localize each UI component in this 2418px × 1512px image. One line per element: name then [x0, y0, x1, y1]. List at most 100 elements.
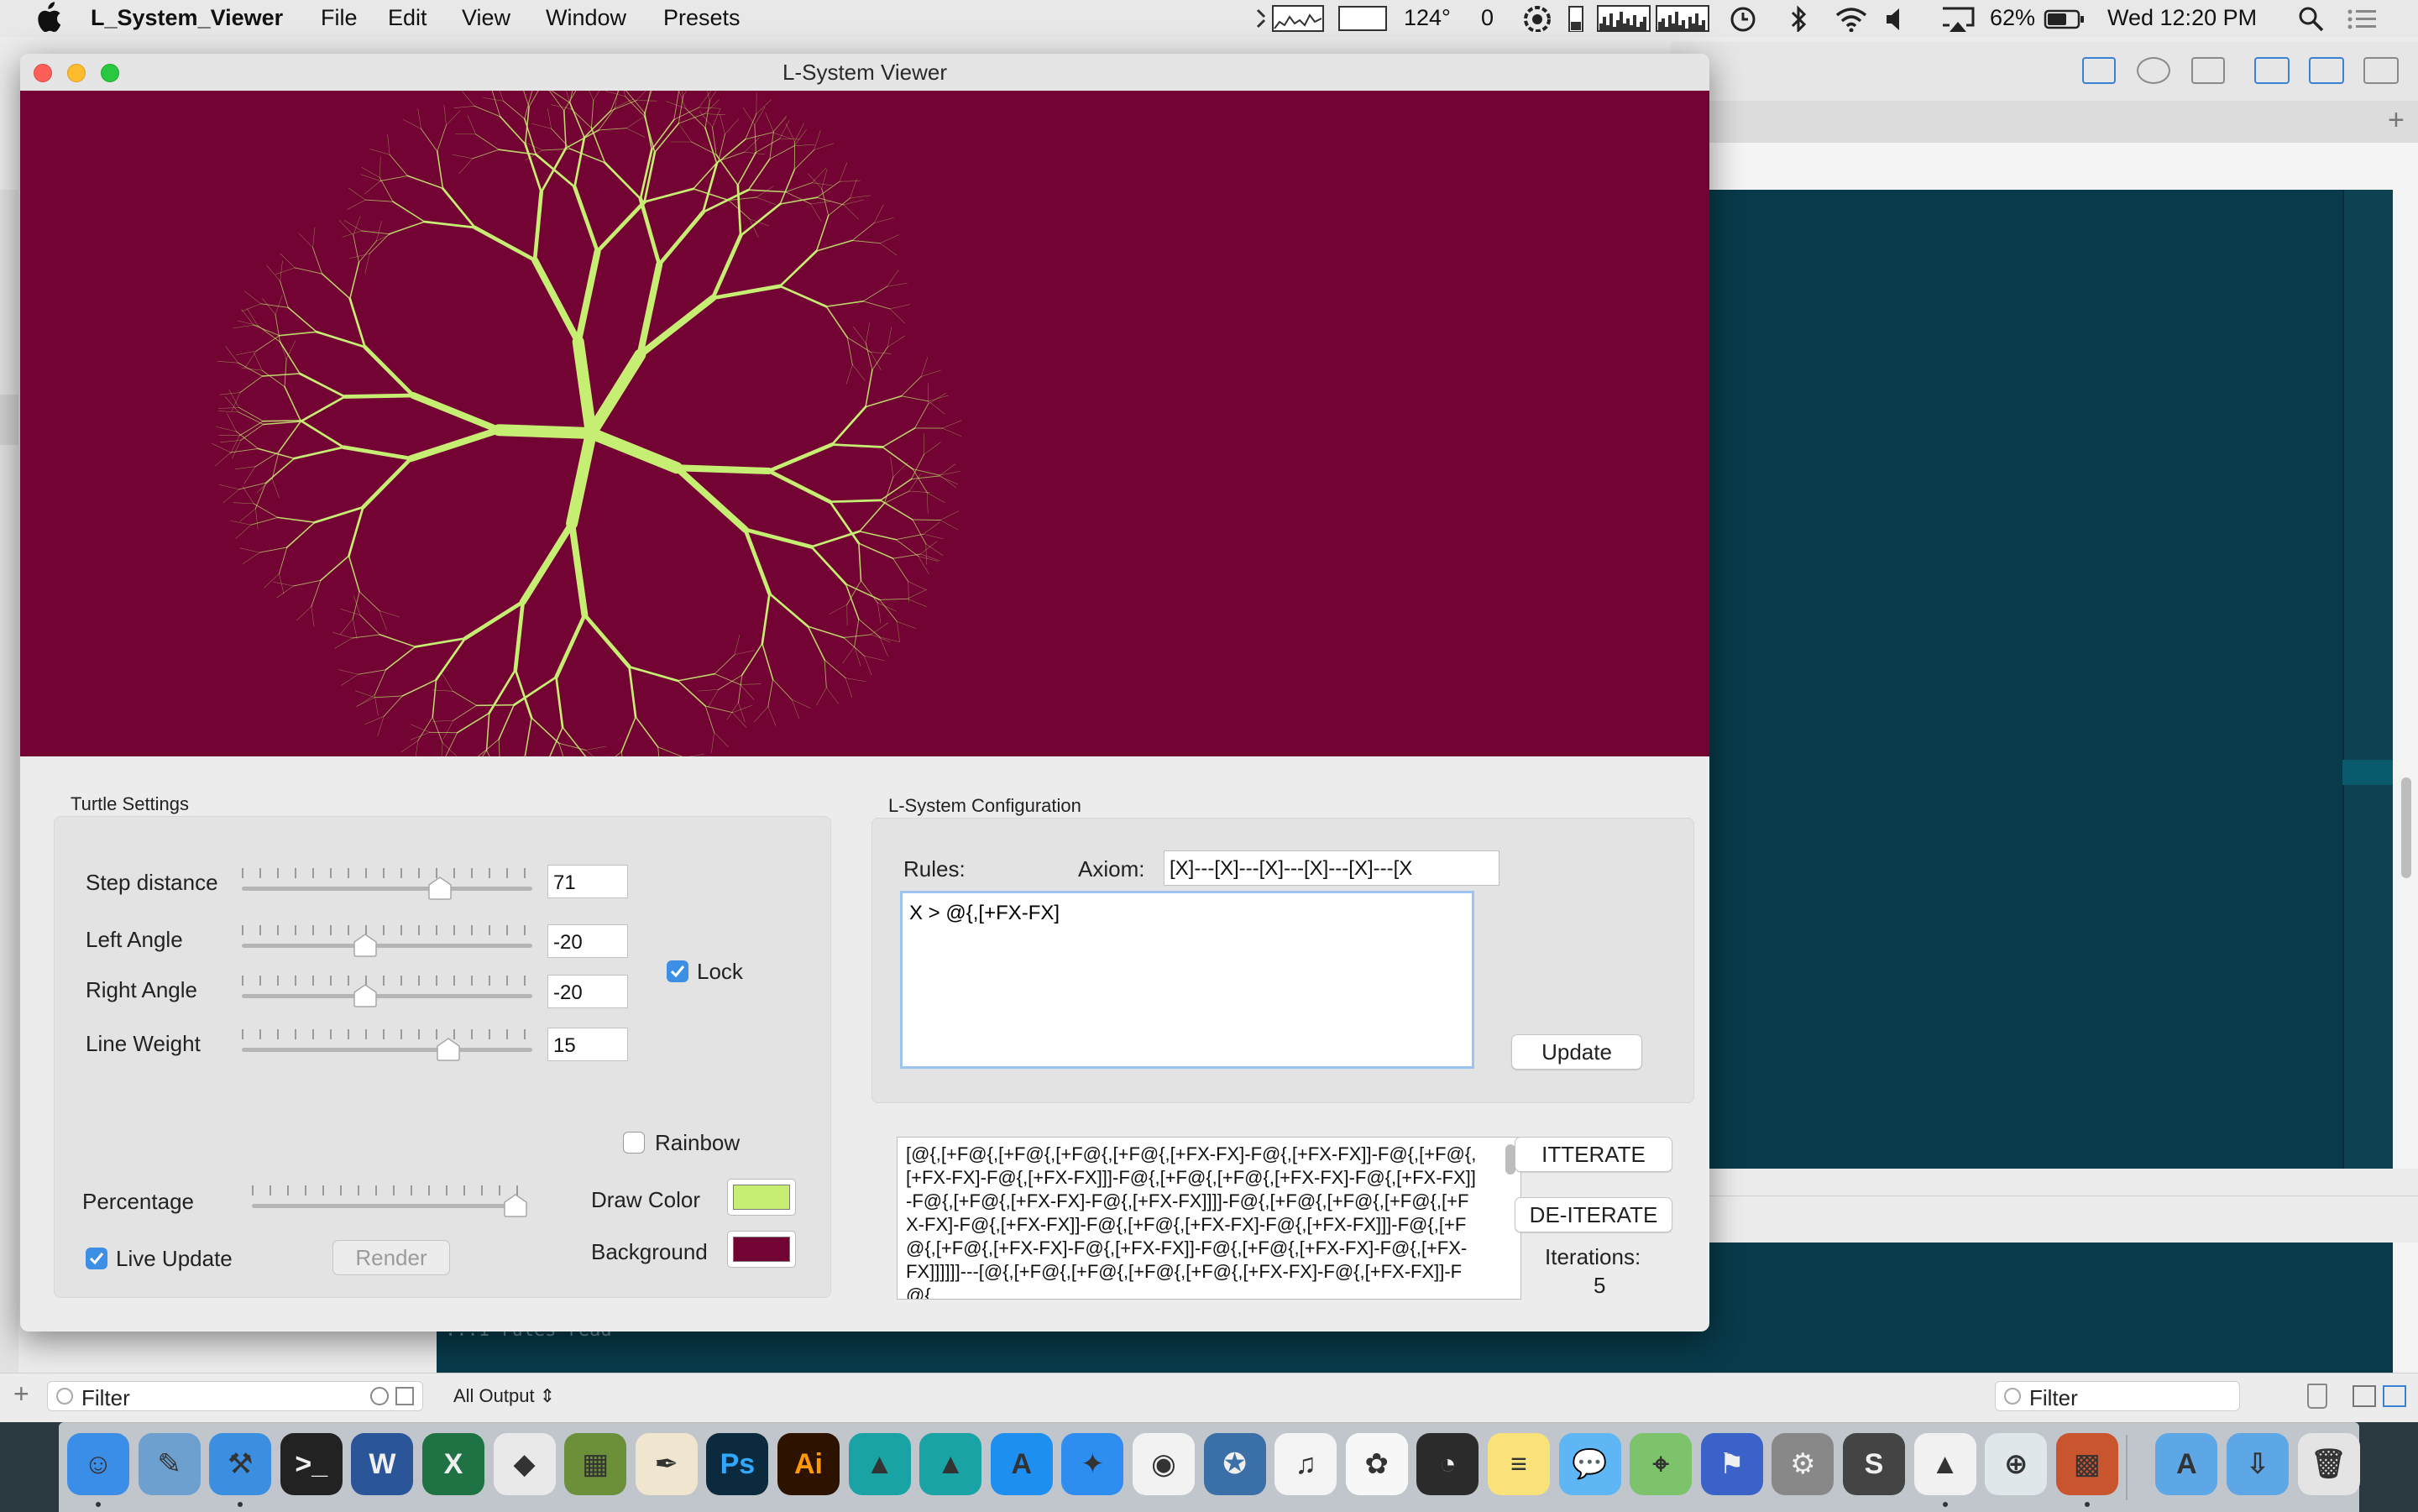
dock-app-icon[interactable]: ≡: [1488, 1433, 1550, 1495]
dock-app-icon[interactable]: ▲: [849, 1433, 911, 1495]
bluetooth-icon[interactable]: [1788, 5, 1808, 32]
lsystem-canvas[interactable]: [20, 91, 1709, 756]
menu-app-name[interactable]: L_System_Viewer: [91, 5, 283, 31]
add-icon[interactable]: +: [13, 1379, 29, 1410]
dock-app-icon[interactable]: ⌖: [1630, 1433, 1692, 1495]
dock-app-icon[interactable]: ♫: [1274, 1433, 1337, 1495]
split-left-icon[interactable]: [2353, 1385, 2376, 1407]
dock-app-icon[interactable]: Ps: [706, 1433, 768, 1495]
editor-assistant-icon[interactable]: [2137, 57, 2170, 84]
airplay-icon[interactable]: [1939, 5, 1976, 32]
temperature-readout[interactable]: 124°: [1404, 5, 1451, 31]
draw-color-well[interactable]: [727, 1179, 796, 1216]
axiom-field[interactable]: [X]---[X]---[X]---[X]---[X]---[X: [1164, 850, 1499, 886]
clock[interactable]: Wed 12:20 PM: [2107, 5, 2257, 31]
fan-icon[interactable]: [1523, 5, 1553, 32]
slider-thumb[interactable]: [353, 934, 378, 957]
scroll-thumb[interactable]: [2401, 777, 2411, 878]
dock-app-icon[interactable]: X: [422, 1433, 484, 1495]
xcode-code-editor[interactable]: [1671, 190, 2342, 1169]
filter-input-left[interactable]: Filter: [47, 1381, 423, 1411]
dock-app-icon[interactable]: ▩: [2056, 1433, 2118, 1495]
right-angle-slider[interactable]: [242, 974, 532, 1004]
right-angle-field[interactable]: -20: [547, 975, 628, 1008]
menu-file[interactable]: File: [321, 5, 358, 31]
rainbow-checkbox[interactable]: [623, 1132, 645, 1154]
background-color-well[interactable]: [727, 1231, 796, 1268]
cpu-graph-icon[interactable]: [1254, 5, 1325, 32]
debug-toggle-icon[interactable]: [2309, 57, 2344, 84]
dock-app-icon[interactable]: ⚒: [209, 1433, 271, 1495]
xcode-minimap[interactable]: [2342, 190, 2394, 1169]
dock-app-icon[interactable]: ✒: [636, 1433, 698, 1495]
scope-icon[interactable]: [395, 1387, 414, 1405]
update-button[interactable]: Update: [1511, 1034, 1642, 1070]
left-angle-slider[interactable]: [242, 923, 532, 954]
step-distance-slider[interactable]: [242, 866, 532, 897]
dock-app-icon[interactable]: >_: [280, 1433, 343, 1495]
disk-icon[interactable]: [1567, 5, 1585, 32]
dock-app-icon[interactable]: ⚙: [1772, 1433, 1834, 1495]
add-tab-icon[interactable]: +: [2388, 104, 2405, 137]
render-button[interactable]: Render: [332, 1240, 450, 1275]
step-distance-field[interactable]: 71: [547, 865, 628, 898]
dock-app-icon[interactable]: ◆: [494, 1433, 556, 1495]
recent-icon[interactable]: [370, 1387, 389, 1405]
live-update-checkbox[interactable]: [86, 1248, 107, 1269]
disk-graph-icon[interactable]: [1656, 5, 1709, 32]
all-output-selector[interactable]: All Output ⇕: [453, 1385, 555, 1407]
editor-standard-icon[interactable]: [2082, 57, 2116, 84]
dock-app-icon[interactable]: Ai: [777, 1433, 840, 1495]
memory-meter-icon[interactable]: [1338, 5, 1389, 32]
slider-thumb[interactable]: [503, 1194, 528, 1217]
dock-app-icon[interactable]: 💬: [1559, 1433, 1621, 1495]
counter-readout[interactable]: 0: [1481, 5, 1494, 31]
percentage-slider[interactable]: [252, 1184, 522, 1214]
window-titlebar[interactable]: L-System Viewer: [20, 54, 1709, 92]
left-angle-field[interactable]: -20: [547, 924, 628, 958]
dock-app-icon[interactable]: ▲: [919, 1433, 981, 1495]
menu-view[interactable]: View: [462, 5, 510, 31]
dock-app-icon[interactable]: ✿: [1346, 1433, 1408, 1495]
xcode-editor-scrollbar[interactable]: [2393, 190, 2418, 1169]
utilities-toggle-icon[interactable]: [2363, 57, 2399, 84]
deiterate-button[interactable]: DE-ITERATE: [1515, 1197, 1672, 1232]
dock-app-icon[interactable]: ✦: [1061, 1433, 1123, 1495]
lock-checkbox[interactable]: [667, 960, 688, 982]
rules-text-area[interactable]: X > @{,[+FX-FX]: [900, 891, 1474, 1069]
lsystem-output-text-area[interactable]: [@{,[+F@{,[+F@{,[+F@{,[+F@{,[+FX-FX]-F@{…: [897, 1137, 1521, 1300]
menu-window[interactable]: Window: [546, 5, 626, 31]
dock-app-icon[interactable]: 🗑: [2298, 1433, 2360, 1495]
battery-icon[interactable]: [2044, 5, 2086, 32]
spotlight-search-icon[interactable]: [2297, 5, 2326, 32]
dock-app-icon[interactable]: ✎: [139, 1433, 201, 1495]
trash-console-icon[interactable]: [2307, 1384, 2327, 1409]
dock-app-icon[interactable]: S: [1843, 1433, 1905, 1495]
dock-app-icon[interactable]: ◔: [1416, 1433, 1479, 1495]
line-weight-slider[interactable]: [242, 1028, 532, 1058]
apple-icon[interactable]: [34, 2, 62, 34]
line-weight-field[interactable]: 15: [547, 1028, 628, 1061]
dock-app-icon[interactable]: A: [2155, 1433, 2217, 1495]
filter-input-right[interactable]: Filter: [1995, 1381, 2240, 1411]
slider-thumb[interactable]: [436, 1038, 461, 1061]
split-right-icon[interactable]: [2383, 1385, 2406, 1407]
dock-app-icon[interactable]: ⇩: [2227, 1433, 2289, 1495]
navigator-toggle-icon[interactable]: [2254, 57, 2290, 84]
menu-presets[interactable]: Presets: [663, 5, 741, 31]
iterate-button[interactable]: ITTERATE: [1515, 1137, 1672, 1172]
editor-version-icon[interactable]: [2191, 57, 2225, 84]
time-machine-icon[interactable]: [1728, 5, 1758, 32]
network-graph-icon[interactable]: [1597, 5, 1651, 32]
slider-thumb[interactable]: [353, 984, 378, 1007]
dock-app-icon[interactable]: ✪: [1204, 1433, 1266, 1495]
dock-app-icon[interactable]: A: [991, 1433, 1053, 1495]
dock-app-icon[interactable]: ☺: [67, 1433, 129, 1495]
dock-app-icon[interactable]: ▲: [1914, 1433, 1976, 1495]
dock-app-icon[interactable]: ⊕: [1985, 1433, 2047, 1495]
menu-edit[interactable]: Edit: [388, 5, 427, 31]
volume-icon[interactable]: [1884, 5, 1909, 32]
battery-percent[interactable]: 62%: [1990, 5, 2035, 31]
dock-app-icon[interactable]: ⚑: [1701, 1433, 1763, 1495]
notification-center-icon[interactable]: [2346, 5, 2379, 32]
